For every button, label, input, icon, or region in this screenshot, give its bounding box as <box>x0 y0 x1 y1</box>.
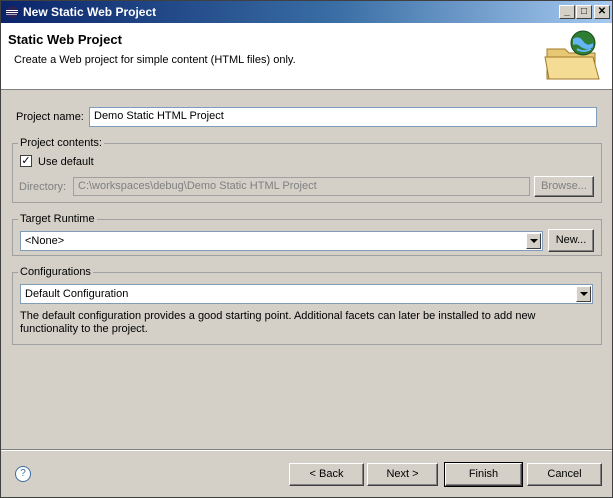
title-bar[interactable]: New Static Web Project _ □ ✕ <box>1 1 612 23</box>
dialog-window: New Static Web Project _ □ ✕ Static Web … <box>0 0 613 498</box>
wizard-header: Static Web Project Create a Web project … <box>1 23 612 90</box>
chevron-down-icon[interactable] <box>576 286 591 302</box>
folder-globe-icon <box>544 30 600 80</box>
page-title: Static Web Project <box>8 32 122 47</box>
configuration-description: The default configuration provides a goo… <box>20 310 536 335</box>
minimize-button[interactable]: _ <box>559 5 575 19</box>
project-name-input[interactable]: Demo Static HTML Project <box>89 107 597 127</box>
close-button[interactable]: ✕ <box>594 5 610 19</box>
project-contents-label: Project contents: <box>18 137 104 149</box>
eclipse-icon <box>6 6 18 18</box>
target-runtime-value: <None> <box>25 235 65 247</box>
help-icon[interactable]: ? <box>15 466 31 482</box>
next-button[interactable]: Next > <box>367 463 438 486</box>
use-default-label: Use default <box>38 156 94 168</box>
window-title: New Static Web Project <box>23 5 157 19</box>
footer-separator <box>1 449 612 451</box>
configuration-select[interactable]: Default Configuration <box>20 284 593 304</box>
target-runtime-select[interactable]: <None> <box>20 231 543 251</box>
browse-button[interactable]: Browse... <box>534 176 594 197</box>
finish-button[interactable]: Finish <box>444 462 523 487</box>
configuration-value: Default Configuration <box>25 288 129 300</box>
directory-label: Directory: <box>19 181 67 193</box>
chevron-down-icon[interactable] <box>526 233 541 249</box>
configurations-label: Configurations <box>18 266 93 278</box>
new-runtime-button[interactable]: New... <box>548 229 594 252</box>
directory-input[interactable]: C:\workspaces\debug\Demo Static HTML Pro… <box>73 177 530 196</box>
use-default-checkbox[interactable]: ✓ <box>20 155 32 167</box>
target-runtime-label: Target Runtime <box>18 213 97 225</box>
cancel-button[interactable]: Cancel <box>527 463 602 486</box>
project-name-label: Project name: <box>16 111 84 123</box>
back-button[interactable]: < Back <box>289 463 364 486</box>
page-description: Create a Web project for simple content … <box>14 54 296 66</box>
maximize-button[interactable]: □ <box>576 5 592 19</box>
